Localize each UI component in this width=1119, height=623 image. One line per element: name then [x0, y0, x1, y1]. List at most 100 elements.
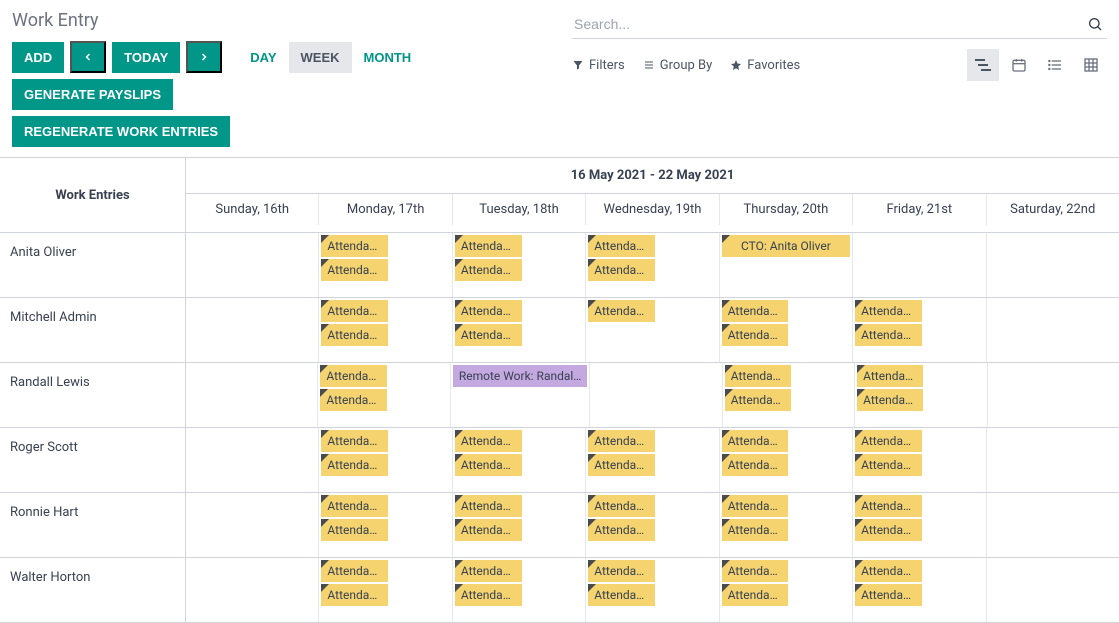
day-cell[interactable]: Attendan…Attendan… [453, 233, 586, 297]
search-icon[interactable] [1087, 16, 1103, 32]
work-entry[interactable]: Attendan… [855, 584, 922, 606]
work-entry[interactable]: Remote Work: Randal… [453, 365, 588, 387]
work-entry[interactable]: Attendan… [588, 560, 655, 582]
next-button[interactable] [186, 41, 222, 73]
work-entry[interactable]: Attendan… [455, 259, 522, 281]
day-cell[interactable] [186, 233, 319, 297]
add-button[interactable]: ADD [12, 42, 64, 73]
gantt-view-button[interactable] [967, 49, 999, 81]
work-entry[interactable]: Attendan… [455, 519, 522, 541]
day-cell[interactable]: Attendan…Attendan… [586, 428, 719, 492]
work-entry[interactable]: Attendan… [455, 495, 522, 517]
work-entry[interactable]: Attendan… [722, 584, 789, 606]
work-entry[interactable]: Attendan… [588, 584, 655, 606]
day-cell[interactable]: Attendan…Attendan… [319, 428, 452, 492]
day-cell[interactable] [186, 558, 319, 622]
pivot-view-button[interactable] [1075, 49, 1107, 81]
day-cell[interactable]: Attendan…Attendan… [586, 558, 719, 622]
day-cell[interactable]: Attendan…Attendan… [453, 493, 586, 557]
day-cell[interactable]: Attendan…Attendan… [720, 298, 853, 362]
work-entry[interactable]: Attendan… [722, 454, 789, 476]
day-cell[interactable]: Attendan…Attendan… [720, 558, 853, 622]
work-entry[interactable]: Attendan… [725, 389, 791, 411]
work-entry[interactable]: Attendan… [321, 430, 388, 452]
generate-payslips-button[interactable]: GENERATE PAYSLIPS [12, 79, 173, 110]
day-cell[interactable]: Attendan… [586, 298, 719, 362]
day-cell[interactable] [988, 363, 1119, 427]
work-entry[interactable]: Attendan… [855, 495, 922, 517]
day-cell[interactable]: Attendan…Attendan… [319, 298, 452, 362]
list-view-button[interactable] [1039, 49, 1071, 81]
day-cell[interactable] [987, 558, 1119, 622]
work-entry[interactable]: Attendan… [320, 365, 386, 387]
groupby-button[interactable]: Group By [643, 58, 713, 73]
work-entry[interactable]: Attendan… [588, 495, 655, 517]
work-entry[interactable]: Attendan… [321, 495, 388, 517]
day-cell[interactable]: Attendan…Attendan… [853, 428, 986, 492]
day-cell[interactable]: Attendan…Attendan… [453, 558, 586, 622]
day-cell[interactable] [987, 233, 1119, 297]
day-cell[interactable]: Remote Work: Randal… [451, 363, 591, 427]
filters-button[interactable]: Filters [572, 58, 625, 73]
day-cell[interactable]: Attendan…Attendan… [453, 428, 586, 492]
work-entry[interactable]: Attendan… [722, 519, 789, 541]
work-entry[interactable]: Attendan… [321, 519, 388, 541]
work-entry[interactable]: Attendan… [722, 300, 789, 322]
favorites-button[interactable]: Favorites [730, 58, 800, 73]
day-cell[interactable]: Attendan…Attendan… [318, 363, 450, 427]
day-cell[interactable]: Attendan…Attendan… [319, 233, 452, 297]
search-input[interactable] [572, 10, 1107, 38]
work-entry[interactable]: Attendan… [321, 560, 388, 582]
work-entry[interactable]: Attendan… [455, 300, 522, 322]
day-cell[interactable]: Attendan…Attendan… [853, 558, 986, 622]
work-entry[interactable]: Attendan… [321, 259, 388, 281]
day-cell[interactable]: Attendan…Attendan… [853, 493, 986, 557]
work-entry[interactable]: Attendan… [321, 324, 388, 346]
work-entry[interactable]: Attendan… [588, 430, 655, 452]
work-entry[interactable]: Attendan… [455, 454, 522, 476]
work-entry[interactable]: Attendan… [857, 365, 923, 387]
work-entry[interactable]: Attendan… [855, 324, 922, 346]
work-entry[interactable]: Attendan… [588, 519, 655, 541]
day-cell[interactable]: Attendan…Attendan… [586, 233, 719, 297]
work-entry[interactable]: Attendan… [321, 235, 388, 257]
day-cell[interactable]: Attendan…Attendan… [720, 428, 853, 492]
work-entry[interactable]: Attendan… [455, 560, 522, 582]
work-entry[interactable]: Attendan… [588, 259, 655, 281]
day-cell[interactable]: Attendan…Attendan… [319, 493, 452, 557]
day-cell[interactable] [987, 298, 1119, 362]
view-month-button[interactable]: MONTH [352, 42, 424, 73]
regenerate-work-entries-button[interactable]: REGENERATE WORK ENTRIES [12, 116, 230, 147]
day-cell[interactable] [987, 493, 1119, 557]
day-cell[interactable] [590, 363, 722, 427]
work-entry[interactable]: Attendan… [455, 235, 522, 257]
work-entry[interactable]: Attendan… [588, 454, 655, 476]
work-entry[interactable]: Attendan… [855, 560, 922, 582]
prev-button[interactable] [70, 41, 106, 73]
day-cell[interactable]: Attendan…Attendan… [586, 493, 719, 557]
day-cell[interactable] [186, 363, 318, 427]
work-entry[interactable]: Attendan… [321, 454, 388, 476]
day-cell[interactable] [186, 428, 319, 492]
day-cell[interactable]: Attendan…Attendan… [453, 298, 586, 362]
day-cell[interactable]: Attendan…Attendan… [319, 558, 452, 622]
work-entry[interactable]: Attendan… [857, 389, 923, 411]
work-entry[interactable]: Attendan… [722, 324, 789, 346]
work-entry[interactable]: Attendan… [722, 495, 789, 517]
work-entry[interactable]: Attendan… [722, 430, 789, 452]
day-cell[interactable]: Attendan…Attendan… [855, 363, 987, 427]
work-entry[interactable]: Attendan… [722, 560, 789, 582]
day-cell[interactable] [987, 428, 1119, 492]
work-entry[interactable]: Attendan… [855, 300, 922, 322]
work-entry[interactable]: Attendan… [855, 430, 922, 452]
work-entry[interactable]: Attendan… [321, 300, 388, 322]
day-cell[interactable] [186, 493, 319, 557]
work-entry[interactable]: Attendan… [725, 365, 791, 387]
work-entry[interactable]: Attendan… [588, 300, 655, 322]
day-cell[interactable] [186, 298, 319, 362]
day-cell[interactable]: Attendan…Attendan… [723, 363, 855, 427]
work-entry[interactable]: Attendan… [855, 454, 922, 476]
view-day-button[interactable]: DAY [238, 42, 288, 73]
day-cell[interactable]: CTO: Anita Oliver [720, 233, 853, 297]
work-entry[interactable]: Attendan… [855, 519, 922, 541]
